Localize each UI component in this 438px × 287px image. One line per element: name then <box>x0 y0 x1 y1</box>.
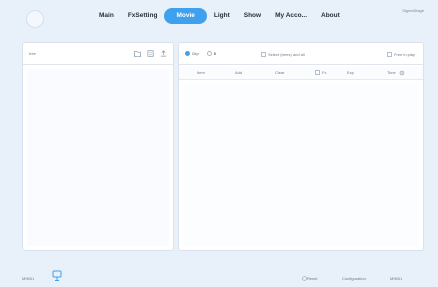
configuration-button[interactable]: Configuration <box>342 276 366 281</box>
column-clear[interactable]: Clear <box>275 70 285 75</box>
tree-label: tree <box>29 51 36 56</box>
free-play-label: Free in play <box>394 52 415 57</box>
option-b[interactable]: B <box>206 51 217 56</box>
checkbox-icon <box>261 52 266 57</box>
content-panel: Grp B Select (trees) and all Free in pla… <box>178 42 424 251</box>
reset-button[interactable]: Reset <box>302 276 318 282</box>
select-all-checkbox[interactable]: Select (trees) and all <box>261 52 305 57</box>
nav-movie[interactable]: Movie <box>164 8 207 24</box>
column-fx[interactable]: Fx <box>315 70 327 76</box>
column-add[interactable]: Add <box>235 70 242 75</box>
status-left-text: M9651 <box>22 276 35 281</box>
nav-show[interactable]: Show <box>237 8 268 24</box>
option-grp-label: Grp <box>192 51 199 56</box>
monitor-icon[interactable] <box>52 270 62 282</box>
column-exp[interactable]: Exp <box>347 70 354 75</box>
radio-unselected-icon <box>206 51 212 56</box>
radio-selected-icon <box>185 51 190 56</box>
tree-panel-header: tree <box>23 43 173 65</box>
checkbox-icon <box>387 52 393 57</box>
select-all-label: Select (trees) and all <box>268 52 305 57</box>
nav-about[interactable]: About <box>314 8 347 24</box>
nav-light[interactable]: Light <box>207 8 237 24</box>
tree-toolbar <box>134 50 167 57</box>
option-b-label: B <box>213 51 217 56</box>
column-fx-label: Fx <box>322 70 327 75</box>
column-item[interactable]: Item <box>197 70 205 75</box>
column-time-label: Time <box>387 70 396 76</box>
upload-icon[interactable] <box>160 50 167 57</box>
user-name[interactable]: SigmaStage <box>402 8 424 13</box>
nav-my-account[interactable]: My Acco... <box>268 8 314 24</box>
tree-panel: tree <box>22 42 174 251</box>
item-table[interactable] <box>183 83 419 246</box>
table-header: Item Add Clear Fx Exp Time <box>179 67 423 80</box>
column-time[interactable]: Time <box>387 70 405 76</box>
nav-main[interactable]: Main <box>92 8 121 24</box>
folder-icon[interactable] <box>134 50 141 57</box>
top-nav: Main FxSetting Movie Light Show My Acco.… <box>92 6 347 26</box>
tree-view[interactable] <box>27 69 169 246</box>
free-play-checkbox[interactable]: Free in play <box>387 52 415 57</box>
checkbox-icon <box>315 70 320 76</box>
option-grp[interactable]: Grp <box>185 51 199 56</box>
status-right-code: M9651 <box>390 276 403 281</box>
settings-icon[interactable] <box>399 70 405 76</box>
reset-label: Reset <box>307 276 318 281</box>
app-logo <box>26 10 44 28</box>
content-panel-header: Grp B Select (trees) and all Free in pla… <box>179 43 423 65</box>
file-icon[interactable] <box>147 50 154 57</box>
nav-fxsetting[interactable]: FxSetting <box>121 8 165 24</box>
